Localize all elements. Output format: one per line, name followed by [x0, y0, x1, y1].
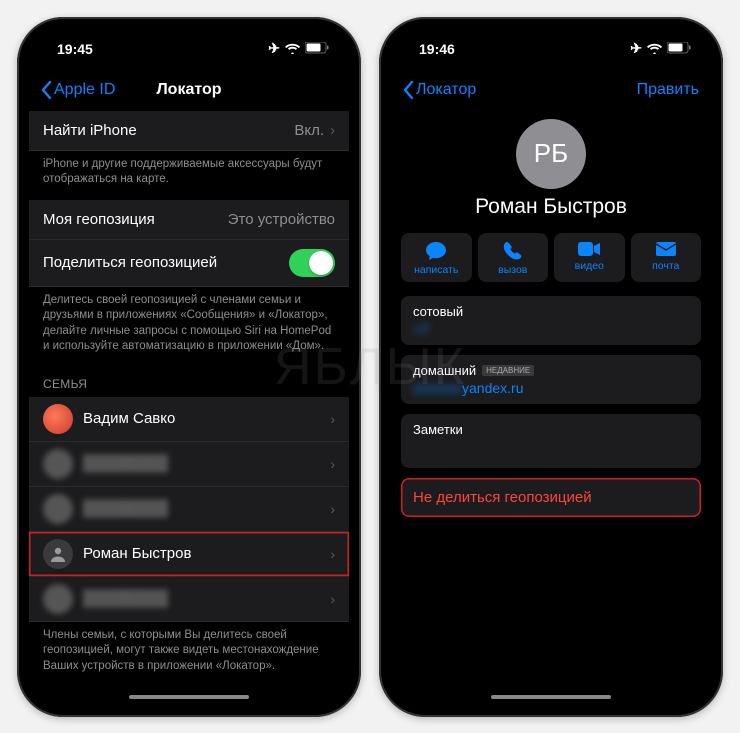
- home-value: yandex.ru: [462, 380, 523, 396]
- avatar: [43, 539, 73, 569]
- family-member-row[interactable]: Вадим Савко ›: [29, 397, 349, 442]
- nav-bar: Локатор Править: [391, 69, 711, 111]
- cell-label: Поделиться геопозицией: [43, 254, 217, 271]
- footer-text: Делитесь своей геопозицией с членами сем…: [29, 287, 349, 367]
- phone-right: 19:46 ✈︎ Локатор Править РБ Роман Быстро…: [379, 17, 723, 717]
- airplane-icon: ✈︎: [268, 40, 280, 57]
- battery-icon: [667, 41, 691, 57]
- cell-label: Найти iPhone: [43, 122, 137, 139]
- family-member-row[interactable]: Роман Быстров ›: [29, 532, 349, 577]
- airplane-icon: ✈︎: [630, 40, 642, 57]
- mail-icon: [655, 241, 677, 257]
- back-button[interactable]: Apple ID: [41, 81, 115, 99]
- chevron-right-icon: ›: [330, 456, 335, 472]
- video-icon: [577, 241, 601, 257]
- person-name: Вадим Савко: [83, 410, 320, 427]
- back-label: Локатор: [416, 81, 476, 99]
- contact-avatar: РБ: [516, 119, 586, 189]
- person-name: Роман Быстров: [83, 545, 320, 562]
- action-label: написать: [414, 264, 458, 276]
- avatar: [43, 404, 73, 434]
- person-name: ████████: [83, 500, 320, 517]
- family-header: СЕМЬЯ: [29, 367, 349, 397]
- cell-label: Моя геопозиция: [43, 211, 155, 228]
- field-label: сотовый: [413, 304, 689, 319]
- phone-left: 19:45 ✈︎ Apple ID Локатор Найти iPhone В…: [17, 17, 361, 717]
- chevron-right-icon: ›: [330, 546, 335, 562]
- field-label: домашний: [413, 363, 476, 378]
- find-iphone-cell[interactable]: Найти iPhone Вкл. ›: [29, 111, 349, 151]
- video-button[interactable]: видео: [554, 233, 625, 282]
- chevron-left-icon: [403, 81, 414, 99]
- cell-value: Это устройство: [228, 211, 335, 228]
- notch: [476, 29, 626, 55]
- wifi-icon: [647, 41, 662, 57]
- contact-name: Роман Быстров: [391, 195, 711, 219]
- status-time: 19:45: [57, 41, 93, 57]
- my-location-cell[interactable]: Моя геопозиция Это устройство: [29, 200, 349, 240]
- battery-icon: [305, 41, 329, 57]
- footer-text: Члены семьи, с которыми Вы делитесь свое…: [29, 622, 349, 685]
- person-name: ████████: [83, 590, 320, 607]
- cell-value: Вкл.: [294, 122, 324, 139]
- status-time: 19:46: [419, 41, 455, 57]
- chevron-right-icon: ›: [330, 501, 335, 517]
- home-indicator[interactable]: [491, 695, 611, 699]
- edit-button[interactable]: Править: [637, 81, 699, 99]
- family-member-row[interactable]: ████████ ›: [29, 442, 349, 487]
- chevron-right-icon: ›: [330, 122, 335, 139]
- nav-bar: Apple ID Локатор: [29, 69, 349, 111]
- mail-button[interactable]: почта: [631, 233, 702, 282]
- notes-field[interactable]: Заметки: [401, 414, 701, 468]
- family-member-row[interactable]: ████████ ›: [29, 487, 349, 532]
- back-label: Apple ID: [54, 81, 115, 99]
- message-button[interactable]: написать: [401, 233, 472, 282]
- action-label: видео: [575, 260, 604, 272]
- mobile-value: +7: [413, 321, 689, 337]
- family-member-row[interactable]: ████████ ›: [29, 577, 349, 622]
- share-location-cell: Поделиться геопозицией: [29, 240, 349, 287]
- avatar: [43, 449, 73, 479]
- footer-text: iPhone и другие поддерживаемые аксессуар…: [29, 151, 349, 200]
- field-label: Заметки: [413, 422, 689, 437]
- home-indicator[interactable]: [129, 695, 249, 699]
- stop-sharing-button[interactable]: Не делиться геопозицией: [401, 478, 701, 517]
- call-button[interactable]: вызов: [478, 233, 549, 282]
- action-label: вызов: [498, 264, 527, 276]
- share-toggle[interactable]: [289, 249, 335, 277]
- person-name: ████████: [83, 455, 320, 472]
- mobile-field[interactable]: сотовый +7: [401, 296, 701, 345]
- notch: [114, 29, 264, 55]
- home-field[interactable]: домашний НЕДАВНИЕ xxxxxxxyandex.ru: [401, 355, 701, 404]
- avatar: [43, 584, 73, 614]
- action-label: почта: [652, 260, 679, 272]
- avatar: [43, 494, 73, 524]
- recent-badge: НЕДАВНИЕ: [482, 365, 534, 376]
- wifi-icon: [285, 41, 300, 57]
- chevron-right-icon: ›: [330, 411, 335, 427]
- phone-icon: [503, 241, 523, 261]
- back-button[interactable]: Локатор: [403, 81, 476, 99]
- message-icon: [425, 241, 447, 261]
- chevron-left-icon: [41, 81, 52, 99]
- chevron-right-icon: ›: [330, 591, 335, 607]
